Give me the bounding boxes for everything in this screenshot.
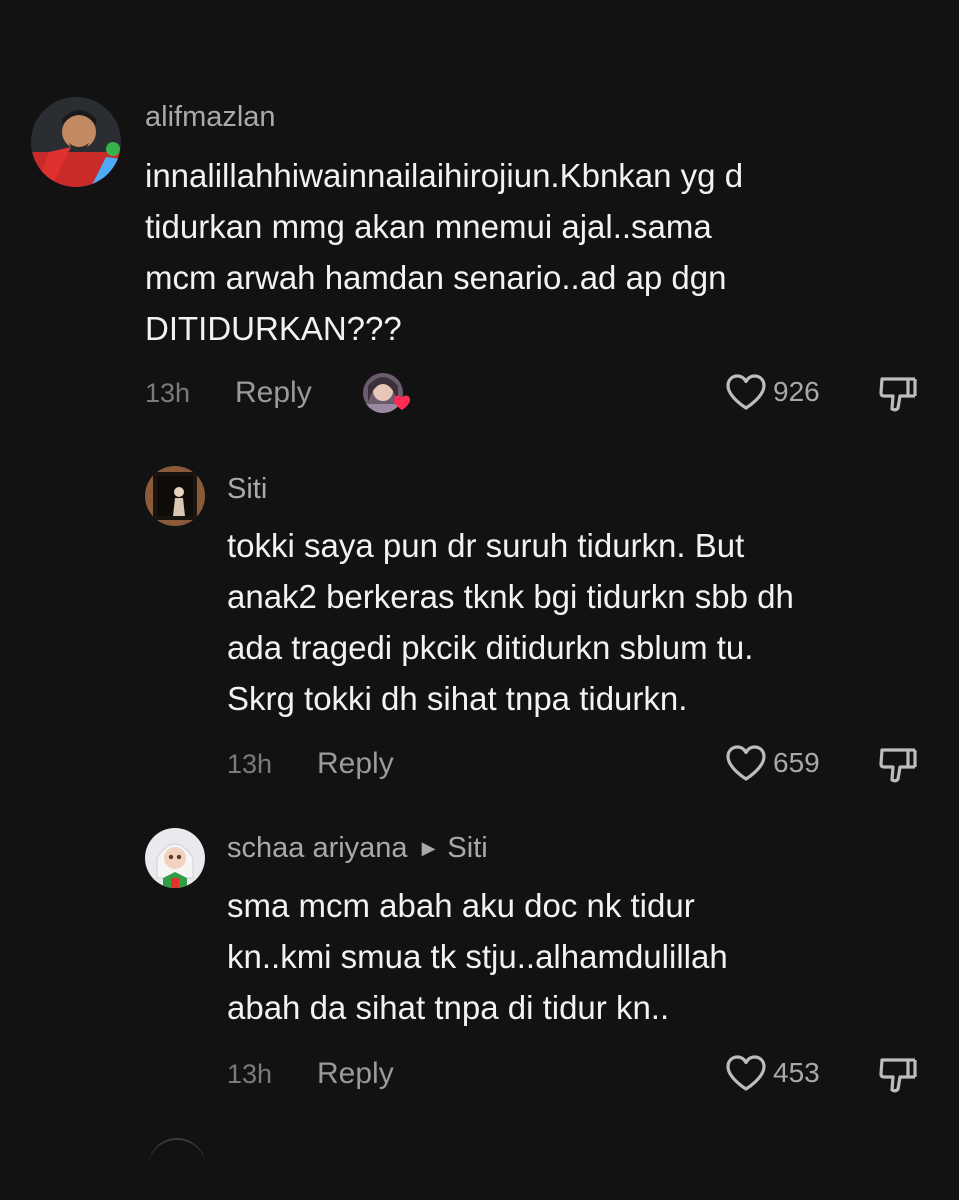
comment-text-line: Skrg tokki dh sihat tnpa tidurkn. [227, 680, 688, 717]
reply-button[interactable]: Reply [235, 376, 312, 410]
comment-timestamp: 13h [227, 749, 273, 779]
like-button[interactable]: 453 [725, 1054, 820, 1092]
heart-outline-icon [726, 745, 766, 781]
comment-text-line: ada tragedi pkcik ditidurkn sblum tu. [227, 629, 754, 666]
comment-text-line: tidurkan mmg akan mnemui ajal..sama [145, 208, 712, 245]
like-button[interactable]: 926 [725, 373, 820, 411]
avatar[interactable] [145, 828, 205, 888]
comment-text-line: mcm arwah hamdan senario..ad ap dgn [145, 259, 727, 296]
triangle-right-icon: ▶ [421, 838, 436, 858]
comment-username-line: schaa ariyana ▶ Siti [227, 832, 488, 865]
like-count: 926 [773, 376, 820, 407]
thumbs-down-icon [879, 748, 917, 783]
comment-timestamp: 13h [145, 378, 191, 408]
comment-username[interactable]: alifmazlan [145, 101, 276, 134]
comment-username[interactable]: schaa ariyana [227, 832, 408, 864]
comment-text: tokki saya pun dr suruh tidurkn. But ana… [227, 520, 794, 724]
avatar[interactable] [31, 97, 121, 187]
reply-to-username[interactable]: Siti [447, 832, 487, 864]
comment-timestamp: 13h [227, 1059, 273, 1089]
like-button[interactable]: 659 [725, 744, 820, 782]
comment-text-line: sma mcm abah aku doc nk tidur [227, 887, 695, 924]
comment-text-line: innalillahhiwainnailaihirojiun.Kbnkan yg… [145, 157, 744, 194]
comment-username[interactable]: Siti [227, 473, 267, 506]
dislike-button[interactable] [878, 374, 918, 419]
thumbs-down-icon [879, 377, 917, 412]
heart-outline-icon [726, 1055, 766, 1091]
thumbs-down-icon [879, 1058, 917, 1093]
creator-liked-heart-icon [363, 373, 410, 413]
reply-button[interactable]: Reply [317, 1057, 394, 1091]
avatar[interactable] [145, 466, 205, 526]
dislike-button[interactable] [878, 745, 918, 790]
comment-text-line: anak2 berkeras tknk bgi tidurkn sbb dh [227, 578, 794, 615]
comment-text: sma mcm abah aku doc nk tidur kn..kmi sm… [227, 880, 728, 1033]
comment-text-line: tokki saya pun dr suruh tidurkn. But [227, 527, 745, 564]
heart-outline-icon [726, 374, 766, 410]
like-count: 453 [773, 1057, 820, 1088]
like-count: 659 [773, 747, 820, 778]
comment-text-line: DITIDURKAN??? [145, 310, 402, 347]
comment-text-line: abah da sihat tnpa di tidur kn.. [227, 989, 670, 1026]
comment-text-line: kn..kmi smua tk stju..alhamdulillah [227, 938, 728, 975]
dislike-button[interactable] [878, 1055, 918, 1100]
creator-liked-badge [362, 372, 414, 416]
next-comment-avatar-partial [148, 1138, 206, 1198]
reply-button[interactable]: Reply [317, 747, 394, 781]
comment-text: innalillahhiwainnailaihirojiun.Kbnkan yg… [145, 150, 743, 354]
